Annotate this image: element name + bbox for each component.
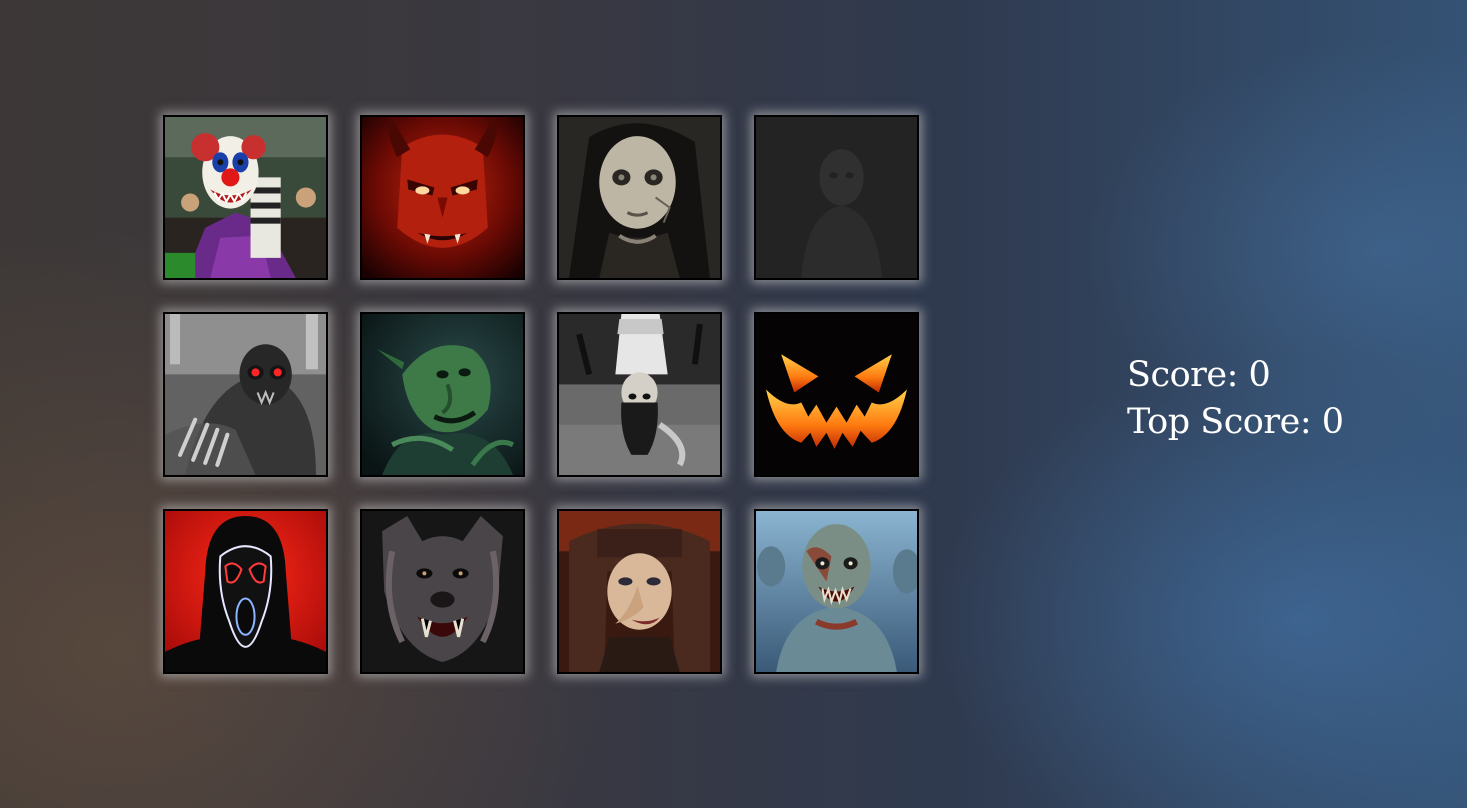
card-upside-down-girl[interactable] (557, 312, 722, 477)
score-display: Score: 0 (1127, 352, 1344, 399)
card-jack-o-lantern[interactable] (754, 312, 919, 477)
card-grid (163, 115, 919, 674)
scream-mask-image (165, 511, 326, 672)
card-witch[interactable] (557, 509, 722, 674)
card-ghost[interactable] (754, 115, 919, 280)
card-red-eyed-skull-demon[interactable] (163, 312, 328, 477)
card-zombie[interactable] (754, 509, 919, 674)
card-scream-mask[interactable] (163, 509, 328, 674)
card-werewolf[interactable] (360, 509, 525, 674)
top-score-value: 0 (1321, 402, 1344, 442)
zombie-image (756, 511, 917, 672)
score-label: Score: (1127, 355, 1238, 395)
card-clown[interactable] (163, 115, 328, 280)
top-score-label: Top Score: (1127, 402, 1312, 442)
scoreboard: Score: 0 Top Score: 0 (1127, 352, 1344, 446)
red-devil-image (362, 117, 523, 278)
top-score-display: Top Score: 0 (1127, 399, 1344, 446)
werewolf-image (362, 511, 523, 672)
skull-demon-image (165, 314, 326, 475)
clown-image (165, 117, 326, 278)
card-green-goblin[interactable] (360, 312, 525, 477)
card-red-devil[interactable] (360, 115, 525, 280)
green-goblin-image (362, 314, 523, 475)
jack-o-lantern-image (756, 314, 917, 475)
creepy-doll-image (559, 117, 720, 278)
card-creepy-doll[interactable] (557, 115, 722, 280)
ghost-image (756, 117, 917, 278)
witch-image (559, 511, 720, 672)
score-value: 0 (1248, 355, 1271, 395)
upside-down-girl-image (559, 314, 720, 475)
